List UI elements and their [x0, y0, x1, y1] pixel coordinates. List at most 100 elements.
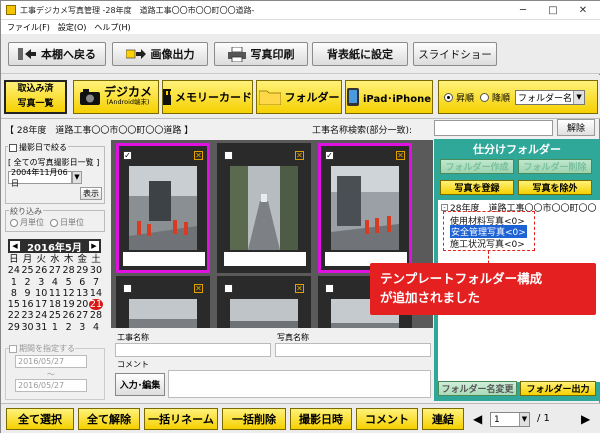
menu-settings[interactable]: 設定(O) [58, 22, 87, 33]
folder-output-button[interactable]: フォルダー出力 [520, 381, 596, 396]
photo-thumbnail[interactable]: ✓ ✕ [318, 143, 412, 273]
sort-desc-radio[interactable] [480, 92, 490, 102]
deselect-all-button[interactable]: 全て解除 [78, 408, 140, 430]
calendar-day[interactable]: 26 [34, 265, 48, 276]
calendar-day[interactable]: 2 [21, 277, 35, 288]
photo-checkbox[interactable] [123, 284, 132, 293]
edit-comment-button[interactable]: 入力･編集 [115, 373, 165, 396]
memory-card-button[interactable]: メモリーカード [162, 80, 253, 114]
select-all-button[interactable]: 全て選択 [6, 408, 74, 430]
calendar-day[interactable]: 9 [21, 288, 35, 299]
menu-help[interactable]: ヘルプ(H) [94, 22, 130, 33]
photo-thumbnail[interactable]: ✕ [217, 143, 311, 273]
photo-checkbox[interactable]: ✓ [325, 151, 334, 160]
calendar-day[interactable]: 10 [34, 288, 48, 299]
maximize-button[interactable]: □ [539, 1, 567, 20]
calendar-day[interactable]: 22 [7, 310, 21, 321]
calendar-day[interactable]: 1 [48, 322, 62, 333]
close-button[interactable]: ✕ [569, 1, 597, 20]
calendar-day[interactable]: 26 [62, 310, 76, 321]
calendar-day[interactable]: 30 [21, 322, 35, 333]
prev-month-button[interactable]: ◀ [10, 241, 20, 251]
calendar-day[interactable]: 17 [34, 299, 48, 310]
shoot-date-button[interactable]: 撮影日時 [290, 408, 352, 430]
calendar-day[interactable]: 3 [34, 277, 48, 288]
image-output-button[interactable]: 画像出力 [112, 42, 208, 66]
calendar-day[interactable]: 20 [75, 299, 89, 310]
photo-checkbox[interactable]: ✓ [123, 151, 132, 160]
calendar-day[interactable]: 27 [48, 265, 62, 276]
delete-mark-icon[interactable]: ✕ [194, 284, 203, 293]
calendar-day[interactable]: 12 [62, 288, 76, 299]
calendar-day[interactable]: 29 [75, 265, 89, 276]
calendar-day[interactable]: 24 [34, 310, 48, 321]
calendar-day[interactable]: 7 [89, 277, 103, 288]
show-date-button[interactable]: 表示 [80, 187, 102, 200]
calendar-day[interactable]: 3 [75, 322, 89, 333]
slideshow-button[interactable]: スライドショー [413, 42, 497, 66]
calendar-day[interactable]: 16 [21, 299, 35, 310]
next-month-button[interactable]: ▶ [88, 241, 99, 251]
calendar-day[interactable]: 23 [21, 310, 35, 321]
calendar-day[interactable]: 4 [89, 322, 103, 333]
calendar-day[interactable]: 31 [34, 322, 48, 333]
period-checkbox[interactable] [9, 344, 17, 353]
photo-thumbnail[interactable]: ✕ [116, 276, 210, 328]
ipad-iphone-button[interactable]: iPad･iPhone [345, 80, 433, 114]
next-page-icon[interactable]: ▶ [581, 412, 590, 426]
minimize-button[interactable]: ─ [509, 1, 537, 20]
digicam-button[interactable]: デジカメ (Android端末) [73, 80, 159, 114]
shoot-date-select[interactable]: 2004年11月06日 [8, 168, 72, 188]
monthly-radio[interactable] [10, 218, 18, 227]
calendar-day[interactable]: 14 [89, 288, 103, 299]
period-to-input[interactable]: 2016/05/27 [15, 379, 87, 392]
page-select[interactable]: 1 ▼ [490, 412, 530, 427]
photo-thumbnail[interactable]: ✕ [217, 276, 311, 328]
prev-page-icon[interactable]: ◀ [473, 412, 482, 426]
calendar-day[interactable]: 15 [7, 299, 21, 310]
rename-folder-button[interactable]: フォルダー名変更 [438, 381, 517, 396]
calendar-day[interactable]: 13 [75, 288, 89, 299]
create-folder-button[interactable]: フォルダー作成 [440, 159, 514, 174]
daily-radio[interactable] [50, 218, 58, 227]
delete-mark-icon[interactable]: ✕ [396, 151, 405, 160]
clear-search-button[interactable]: 解除 [557, 119, 595, 136]
photo-checkbox[interactable] [224, 151, 233, 160]
calendar-day[interactable]: 25 [21, 265, 35, 276]
calendar-day[interactable]: 27 [75, 310, 89, 321]
calendar-day[interactable]: 28 [89, 310, 103, 321]
imported-photos-button[interactable]: 取込み済 写真一覧 [4, 80, 67, 114]
sort-asc-radio[interactable] [444, 92, 453, 102]
menu-file[interactable]: ファイル(F) [7, 22, 50, 33]
calendar-day[interactable]: 28 [62, 265, 76, 276]
search-input[interactable] [434, 120, 553, 136]
calendar-day[interactable]: 25 [48, 310, 62, 321]
set-wallpaper-button[interactable]: 背表紙に設定 [312, 42, 408, 66]
remove-photo-button[interactable]: 写真を除外 [518, 180, 592, 195]
calendar-day[interactable]: 29 [7, 322, 21, 333]
delete-mark-icon[interactable]: ✕ [194, 151, 203, 160]
calendar-day[interactable]: 4 [48, 277, 62, 288]
calendar-day[interactable]: 24 [7, 265, 21, 276]
calendar-day[interactable]: 5 [62, 277, 76, 288]
back-to-shelf-button[interactable]: 本棚へ戻る [8, 42, 106, 66]
calendar-day[interactable]: 19 [62, 299, 76, 310]
delete-folder-button[interactable]: フォルダー削除 [518, 159, 592, 174]
collapse-icon[interactable]: - [441, 204, 448, 211]
period-from-input[interactable]: 2016/05/27 [15, 355, 87, 368]
photo-checkbox[interactable] [224, 284, 233, 293]
chevron-down-icon[interactable]: ▼ [72, 171, 82, 184]
calendar-day[interactable]: 11 [48, 288, 62, 299]
sort-key-select[interactable]: フォルダー名 ▼ [515, 89, 586, 105]
calendar-day[interactable]: 6 [75, 277, 89, 288]
register-photo-button[interactable]: 写真を登録 [440, 180, 514, 195]
date-filter-checkbox[interactable] [9, 143, 17, 152]
photo-thumbnail[interactable]: ✓ ✕ [116, 143, 210, 273]
folder-button[interactable]: フォルダー [256, 80, 342, 114]
comment-button[interactable]: コメント [356, 408, 418, 430]
calendar-day[interactable]: 8 [7, 288, 21, 299]
calendar-day[interactable]: 18 [48, 299, 62, 310]
delete-mark-icon[interactable]: ✕ [295, 151, 304, 160]
batch-rename-button[interactable]: 一括リネーム [144, 408, 218, 430]
photo-checkbox[interactable] [325, 284, 334, 293]
